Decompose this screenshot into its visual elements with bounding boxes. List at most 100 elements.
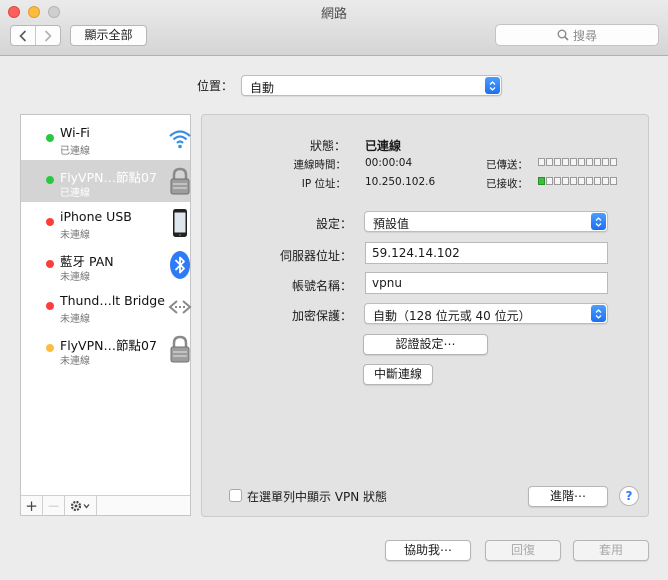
service-item-flyvpn-2[interactable]: FlyVPN…節點07 未連線 bbox=[21, 328, 190, 370]
service-item-flyvpn-selected[interactable]: FlyVPN…節點07 已連線 bbox=[21, 160, 190, 202]
network-preferences-window: 網路 顯示全部 搜尋 位置： 自動 Wi-Fi 已連線 FlyVPN…節點07 … bbox=[0, 0, 668, 580]
meter-segment bbox=[546, 177, 553, 185]
service-item-thunderbolt-bridge[interactable]: Thund…lt Bridge 未連線 bbox=[21, 286, 192, 328]
encryption-value: 自動（128 位元或 40 位元） bbox=[373, 309, 531, 323]
bluetooth-icon bbox=[170, 251, 190, 279]
service-status: 未連線 bbox=[60, 272, 90, 283]
updown-arrows-icon bbox=[591, 305, 606, 322]
service-name: iPhone USB bbox=[60, 209, 132, 224]
ip-address-label: IP 位址： bbox=[301, 178, 346, 190]
service-status: 未連線 bbox=[60, 356, 90, 367]
chevron-left-icon bbox=[19, 29, 27, 42]
search-placeholder: 搜尋 bbox=[572, 28, 597, 43]
meter-segment bbox=[586, 158, 593, 166]
vpn-lock-icon bbox=[170, 335, 190, 363]
status-value: 已連線 bbox=[365, 139, 402, 153]
server-address-field[interactable]: 59.124.14.102 bbox=[365, 242, 608, 264]
service-list-toolbar: + — bbox=[21, 495, 190, 515]
meter-segment bbox=[594, 177, 601, 185]
meter-segment bbox=[570, 158, 577, 166]
chevron-right-icon bbox=[45, 29, 52, 42]
configuration-label: 設定： bbox=[315, 217, 352, 231]
location-value: 自動 bbox=[250, 81, 275, 95]
service-item-bluetooth-pan[interactable]: 藍牙 PAN 未連線 bbox=[21, 244, 190, 286]
meter-segment bbox=[562, 158, 569, 166]
location-popup[interactable]: 自動 bbox=[241, 75, 502, 96]
vpn-detail-panel: 狀態： 已連線 連線時間： 00:00:04 IP 位址： 10.250.102… bbox=[201, 114, 649, 517]
service-status: 未連線 bbox=[60, 314, 90, 325]
revert-button[interactable]: 回復 bbox=[485, 540, 561, 561]
add-service-button[interactable]: + bbox=[21, 496, 43, 515]
meter-segment bbox=[610, 177, 617, 185]
meter-segment bbox=[554, 177, 561, 185]
account-name-label: 帳號名稱： bbox=[291, 279, 352, 293]
gear-icon bbox=[70, 500, 89, 511]
titlebar-toolbar: 網路 顯示全部 搜尋 bbox=[0, 0, 668, 56]
status-label: 狀態： bbox=[309, 139, 346, 153]
show-all-button[interactable]: 顯示全部 bbox=[70, 25, 147, 46]
meter-segment bbox=[562, 177, 569, 185]
meter-segment bbox=[554, 158, 561, 166]
connect-time-label: 連線時間： bbox=[293, 159, 347, 171]
forward-button[interactable] bbox=[35, 26, 60, 45]
meter-segment bbox=[538, 177, 545, 185]
meter-segment bbox=[594, 158, 601, 166]
vpn-lock-icon bbox=[170, 167, 190, 195]
connect-time-value: 00:00:04 bbox=[365, 157, 413, 169]
status-dot bbox=[46, 218, 54, 226]
remove-service-button[interactable]: — bbox=[43, 496, 65, 515]
service-status: 未連線 bbox=[60, 230, 90, 241]
sent-label: 已傳送： bbox=[486, 159, 528, 171]
sent-activity-meter bbox=[538, 158, 617, 166]
iphone-icon bbox=[173, 209, 187, 237]
status-dot bbox=[46, 344, 54, 352]
service-status: 已連線 bbox=[60, 188, 90, 199]
meter-segment bbox=[546, 158, 553, 166]
service-status: 已連線 bbox=[60, 146, 90, 157]
status-dot bbox=[46, 176, 54, 184]
service-name: Wi-Fi bbox=[60, 125, 90, 140]
assist-me-button[interactable]: 協助我⋯ bbox=[385, 540, 471, 561]
server-address-label: 伺服器位址： bbox=[279, 249, 352, 263]
service-item-wifi[interactable]: Wi-Fi 已連線 bbox=[21, 118, 191, 160]
updown-arrows-icon bbox=[485, 77, 500, 94]
wifi-icon bbox=[169, 130, 191, 149]
show-vpn-status-checkbox[interactable] bbox=[229, 489, 242, 502]
meter-segment bbox=[538, 158, 545, 166]
action-menu-button[interactable] bbox=[65, 496, 97, 515]
status-dot bbox=[46, 302, 54, 310]
meter-segment bbox=[610, 158, 617, 166]
updown-arrows-icon bbox=[591, 213, 606, 230]
search-field[interactable]: 搜尋 bbox=[495, 24, 659, 46]
received-activity-meter bbox=[538, 177, 617, 185]
window-title: 網路 bbox=[320, 7, 347, 22]
ip-address-value: 10.250.102.6 bbox=[365, 176, 436, 188]
help-button[interactable]: ? bbox=[619, 486, 639, 506]
service-name: Thund…lt Bridge bbox=[60, 293, 165, 308]
search-icon bbox=[557, 29, 569, 41]
meter-segment bbox=[602, 158, 609, 166]
back-button[interactable] bbox=[11, 26, 35, 45]
account-name-field[interactable]: vpnu bbox=[365, 272, 608, 294]
service-list: Wi-Fi 已連線 FlyVPN…節點07 已連線 iPhone USB 未連線… bbox=[20, 114, 192, 516]
authentication-settings-button[interactable]: 認證設定⋯ bbox=[363, 334, 488, 355]
configuration-popup[interactable]: 預設值 bbox=[364, 211, 608, 232]
status-dot bbox=[46, 134, 54, 142]
meter-segment bbox=[578, 177, 585, 185]
thunderbolt-bridge-icon bbox=[168, 300, 192, 314]
configuration-value: 預設值 bbox=[373, 217, 410, 231]
encryption-popup[interactable]: 自動（128 位元或 40 位元） bbox=[364, 303, 608, 324]
encryption-label: 加密保護： bbox=[291, 309, 352, 323]
back-forward-group bbox=[10, 25, 61, 46]
meter-segment bbox=[578, 158, 585, 166]
location-label: 位置： bbox=[197, 79, 234, 93]
apply-button[interactable]: 套用 bbox=[573, 540, 649, 561]
received-label: 已接收： bbox=[486, 178, 528, 190]
meter-segment bbox=[586, 177, 593, 185]
status-dot bbox=[46, 260, 54, 268]
advanced-button[interactable]: 進階⋯ bbox=[528, 486, 608, 507]
meter-segment bbox=[602, 177, 609, 185]
disconnect-button[interactable]: 中斷連線 bbox=[363, 364, 433, 385]
service-item-iphone-usb[interactable]: iPhone USB 未連線 bbox=[21, 202, 190, 244]
meter-segment bbox=[570, 177, 577, 185]
